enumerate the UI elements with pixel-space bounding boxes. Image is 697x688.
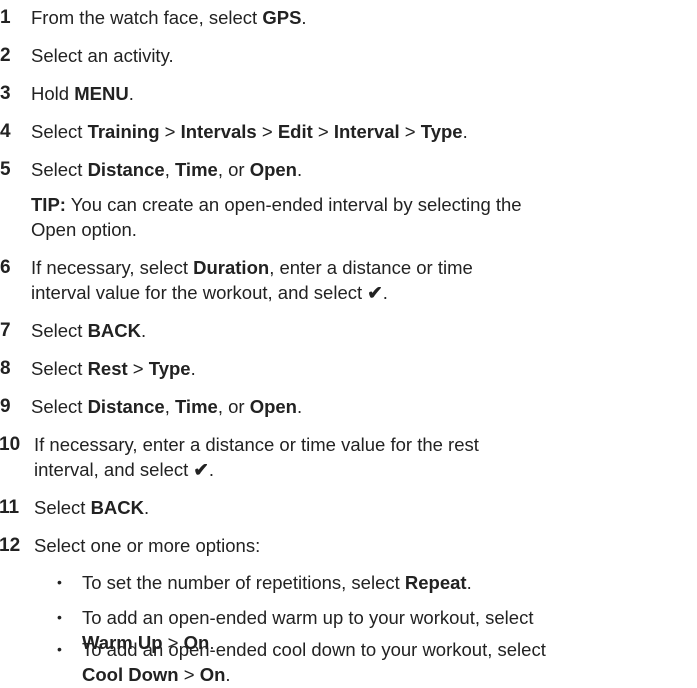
step-number: 2 — [0, 45, 11, 66]
step-2: 2 Select an activity. — [0, 43, 690, 68]
step-number: 10 — [0, 434, 21, 455]
step-4: 4 Select Training > Intervals > Edit > I… — [0, 119, 690, 144]
checkmark-icon: ✔ — [367, 282, 383, 303]
bullet-text: To set the number of repetitions, select… — [82, 572, 472, 593]
step-10: 10 If necessary, enter a distance or tim… — [0, 432, 690, 482]
step-text: Select Distance, Time, or Open. — [31, 159, 303, 180]
step-8: 8 Select Rest > Type. — [0, 356, 690, 381]
step-9: 9 Select Distance, Time, or Open. — [0, 394, 690, 419]
tip-note: TIP: You can create an open-ended interv… — [31, 194, 522, 240]
tip-label: TIP: — [31, 194, 66, 215]
bullet-icon: • — [57, 641, 62, 657]
step-5: 5 Select Distance, Time, or Open. — [0, 157, 690, 182]
step-number: 6 — [0, 257, 11, 278]
step-text: Hold MENU. — [31, 83, 134, 104]
step-12: 12 Select one or more options: — [0, 533, 690, 558]
step-number: 8 — [0, 358, 11, 379]
step-3: 3 Hold MENU. — [0, 81, 690, 106]
step-text: Select an activity. — [31, 45, 174, 66]
step-text: Select Distance, Time, or Open. — [31, 396, 303, 417]
bullet-icon: • — [57, 574, 62, 590]
step-number: 7 — [0, 320, 11, 341]
option-bullet-repeat: • To set the number of repetitions, sele… — [57, 570, 697, 595]
step-text: Select BACK. — [31, 320, 147, 341]
step-number: 12 — [0, 535, 21, 556]
step-number: 11 — [0, 497, 20, 518]
step-1: 1 From the watch face, select GPS. — [0, 5, 690, 30]
step-number: 4 — [0, 121, 11, 142]
step-number: 9 — [0, 396, 11, 417]
step-11: 11 Select BACK. — [0, 495, 690, 520]
step-number: 5 — [0, 159, 11, 180]
step-text: Select Training > Intervals > Edit > Int… — [31, 121, 468, 142]
step-number: 3 — [0, 83, 11, 104]
checkmark-icon: ✔ — [193, 459, 209, 480]
step-text: From the watch face, select GPS. — [31, 7, 307, 28]
step-7: 7 Select BACK. — [0, 318, 690, 343]
step-text: If necessary, enter a distance or time v… — [34, 434, 479, 480]
step-number: 1 — [0, 7, 11, 28]
step-6: 6 If necessary, select Duration, enter a… — [0, 255, 690, 305]
step-text: If necessary, select Duration, enter a d… — [31, 257, 473, 303]
option-bullet-cool-down: • To add an open-ended cool down to your… — [57, 637, 697, 687]
manual-page: 1 From the watch face, select GPS. 2 Sel… — [0, 0, 697, 688]
bullet-text: To add an open-ended cool down to your w… — [82, 639, 546, 685]
step-text: Select Rest > Type. — [31, 358, 196, 379]
step-text: Select BACK. — [34, 497, 150, 518]
step-text: Select one or more options: — [34, 535, 261, 556]
bullet-icon: • — [57, 609, 62, 625]
